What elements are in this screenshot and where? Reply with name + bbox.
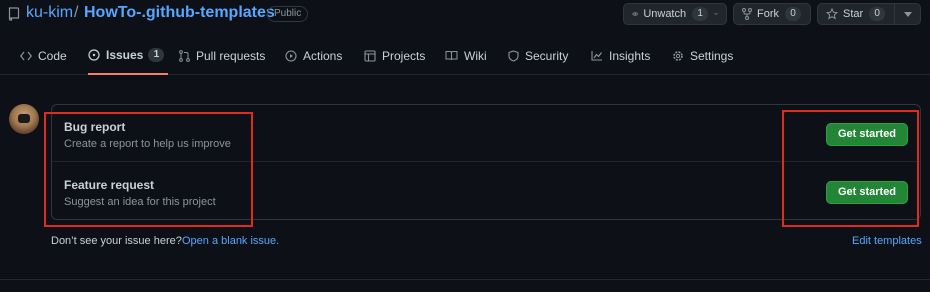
issues-count: 1: [148, 47, 165, 62]
tab-pull-requests[interactable]: Pull requests: [179, 36, 265, 75]
tab-security-label: Security: [525, 48, 569, 63]
eye-icon: [632, 12, 639, 16]
visibility-badge: Public: [267, 6, 309, 22]
tab-insights[interactable]: Insights: [591, 36, 650, 75]
divider: [0, 279, 930, 280]
pull-request-icon: [179, 49, 190, 62]
fork-button[interactable]: Fork 0: [733, 3, 811, 25]
unwatch-label: Unwatch: [643, 8, 687, 20]
repo-forked-icon: [742, 8, 752, 20]
repo-tabs: Code Issues 1 Pull requests Actions Proj…: [0, 36, 930, 75]
repo-owner-link[interactable]: ku-kim: [26, 4, 73, 22]
tab-issues[interactable]: Issues 1: [88, 36, 169, 75]
highlight-box-template-names: [44, 112, 253, 227]
star-list-dropdown[interactable]: [894, 3, 921, 25]
repo-header: ku-kim / HowTo-.github-templates Public …: [0, 0, 930, 30]
fork-count: 0: [785, 7, 801, 21]
gear-icon: [673, 50, 683, 61]
tab-pull-requests-label: Pull requests: [196, 48, 266, 63]
shield-icon: [508, 49, 519, 62]
book-icon: [445, 51, 458, 61]
graph-icon: [591, 51, 602, 61]
star-label: Star: [843, 8, 864, 20]
watch-count: 1: [692, 7, 709, 21]
play-icon: [285, 49, 297, 62]
tab-projects[interactable]: Projects: [364, 36, 425, 75]
table-icon: [364, 49, 376, 62]
tab-actions-label: Actions: [303, 48, 343, 63]
tab-actions[interactable]: Actions: [285, 36, 342, 75]
highlight-box-get-started-buttons: [782, 110, 919, 227]
tab-insights-label: Insights: [609, 48, 651, 63]
tab-code-label: Code: [38, 48, 67, 63]
edit-templates-link[interactable]: Edit templates: [852, 235, 922, 247]
tab-issues-label: Issues: [106, 47, 144, 62]
unwatch-button[interactable]: Unwatch 1: [623, 3, 727, 25]
chevron-down-icon: [714, 12, 718, 15]
tab-settings[interactable]: Settings: [672, 36, 733, 75]
tab-settings-label: Settings: [690, 48, 734, 63]
avatar-mask: [18, 114, 30, 123]
code-icon: [20, 51, 32, 60]
tab-projects-label: Projects: [382, 48, 426, 63]
star-icon: [826, 8, 838, 20]
avatar[interactable]: [9, 104, 39, 134]
repo-icon: [8, 7, 20, 21]
tab-code[interactable]: Code: [20, 36, 67, 75]
fork-label: Fork: [757, 8, 779, 20]
repo-path-separator: /: [74, 4, 79, 21]
open-blank-issue-link[interactable]: Open a blank issue.: [182, 235, 279, 247]
tab-wiki-label: Wiki: [464, 48, 487, 63]
issue-opened-icon: [88, 48, 100, 61]
repo-name-link[interactable]: HowTo-.github-templates: [84, 4, 275, 22]
star-count: 0: [869, 7, 886, 21]
triangle-down-icon: [903, 11, 912, 17]
star-button[interactable]: Star 0: [817, 3, 895, 25]
tab-security[interactable]: Security: [508, 36, 568, 75]
blank-issue-prompt: Don’t see your issue here?: [51, 235, 182, 247]
tab-wiki[interactable]: Wiki: [445, 36, 487, 75]
